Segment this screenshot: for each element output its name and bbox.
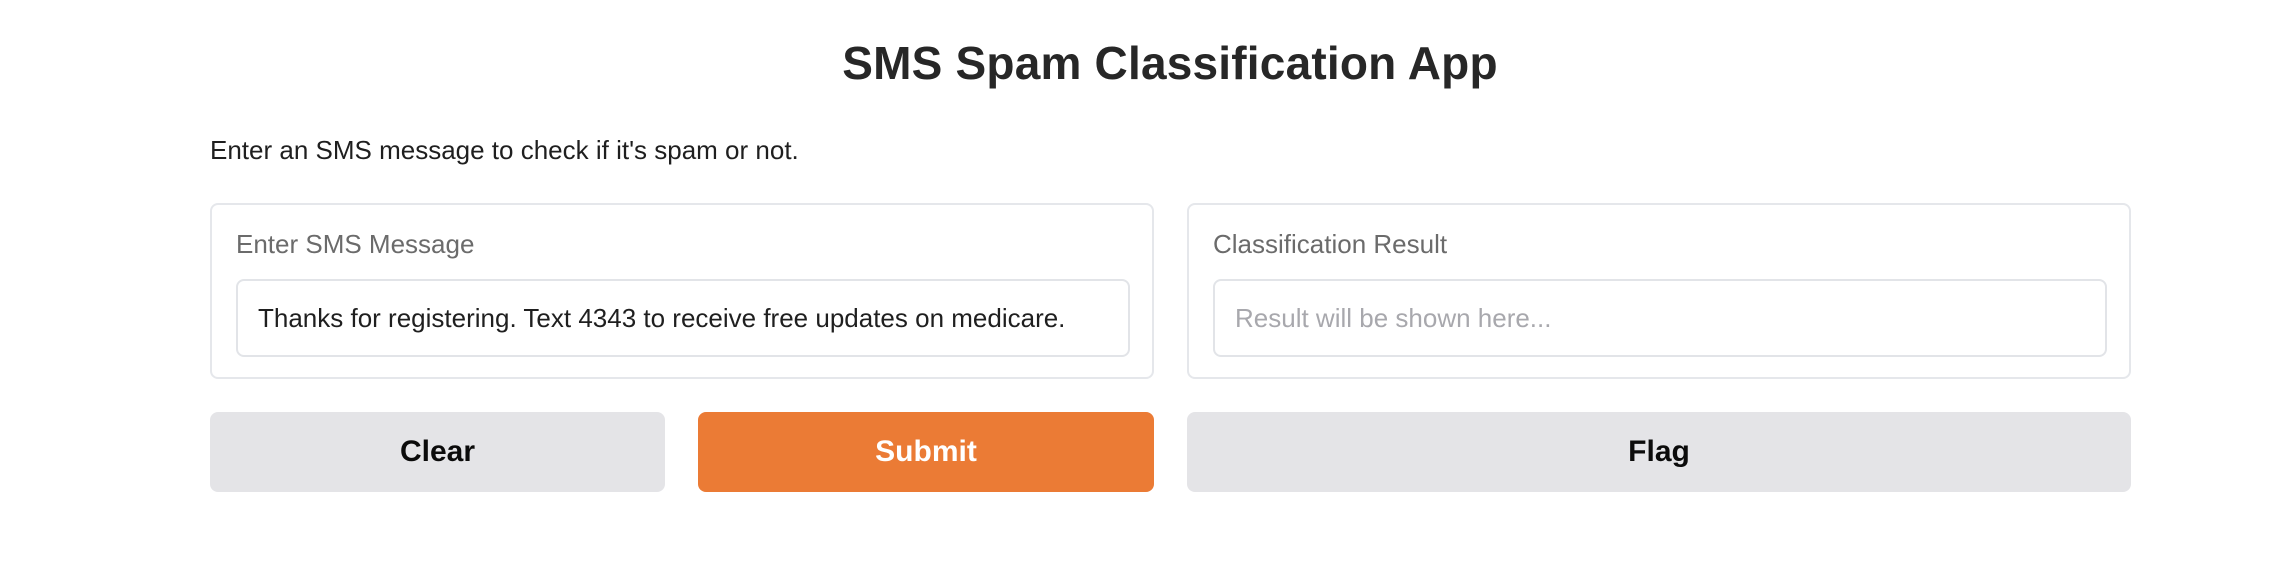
submit-button[interactable]: Submit [698,412,1154,492]
page-header: SMS Spam Classification App [210,30,2130,96]
page-title: SMS Spam Classification App [842,37,1498,89]
sms-message-input[interactable] [238,281,1128,355]
clear-button[interactable]: Clear [210,412,665,492]
classification-result-panel: Classification Result [1187,203,2131,379]
classification-result-box[interactable] [1213,279,2107,357]
sms-input-panel: Enter SMS Message [210,203,1154,379]
page-description: Enter an SMS message to check if it's sp… [210,135,799,165]
classification-result-output[interactable] [1215,281,2105,355]
classification-result-label: Classification Result [1213,229,1448,259]
sms-input-label: Enter SMS Message [236,229,475,259]
sms-input-box[interactable] [236,279,1130,357]
flag-button[interactable]: Flag [1187,412,2131,492]
